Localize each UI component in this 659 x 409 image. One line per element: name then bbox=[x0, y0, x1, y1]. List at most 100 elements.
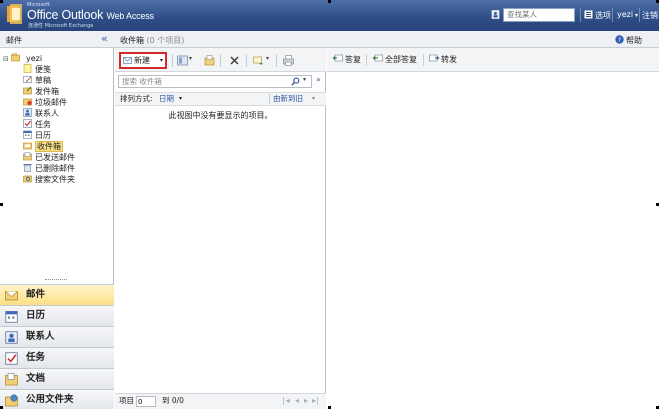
sort-order-dropdown[interactable]: 由新到旧 bbox=[273, 93, 303, 105]
module-button-label: 公用文件夹 bbox=[26, 394, 74, 405]
new-message-icon bbox=[123, 57, 132, 64]
forward-button[interactable]: 转发 bbox=[429, 54, 457, 65]
folder-item-count: (0 个项目) bbox=[146, 36, 185, 45]
product-subtitle: 连通性 Microsoft Exchange bbox=[28, 23, 94, 29]
folder-item[interactable]: 发件箱 bbox=[23, 86, 59, 97]
folder-item[interactable]: 已删除邮件 bbox=[23, 163, 75, 174]
documents-icon bbox=[5, 373, 18, 386]
module-button[interactable]: 邮件 bbox=[0, 284, 114, 305]
folder-item-label: 搜索文件夹 bbox=[35, 175, 75, 184]
sent-icon bbox=[23, 152, 32, 161]
collapse-tree-icon[interactable]: ⊟ bbox=[3, 55, 9, 63]
pager-bar: 项目 到 0/0 |◂ ◂ ▸ ▸| bbox=[115, 393, 326, 409]
folder-item[interactable]: 任务 bbox=[23, 119, 51, 130]
search-options-chevron-icon[interactable]: ▾ bbox=[303, 76, 306, 83]
crop-mark bbox=[0, 0, 3, 3]
sort-field-dropdown[interactable]: 日期 bbox=[159, 93, 174, 105]
collapse-pane-icon[interactable]: « bbox=[101, 32, 108, 45]
module-button[interactable]: 日历 bbox=[0, 305, 114, 326]
pager-next-icon[interactable]: ▸ bbox=[304, 394, 308, 408]
print-icon[interactable] bbox=[283, 55, 294, 66]
outbox-icon bbox=[23, 86, 32, 95]
forward-icon bbox=[429, 54, 439, 62]
toolbar-divider bbox=[246, 54, 247, 67]
expand-search-icon[interactable]: » bbox=[316, 75, 321, 84]
chevron-down-icon[interactable]: ▾ bbox=[179, 93, 182, 105]
folder-item[interactable]: 垃圾邮件 bbox=[23, 97, 67, 108]
chevron-down-icon[interactable]: ▾ bbox=[160, 54, 163, 67]
pager-first-icon[interactable]: |◂ bbox=[282, 394, 291, 408]
message-list-pane: 新建 ▾ ▾ ▾ 搜索 收件箱 ▾ » 排列方式: 日期 ▾ 由新到旧 ▾ 此视… bbox=[115, 48, 326, 409]
folder-item[interactable]: 便笺 bbox=[23, 64, 51, 75]
delete-icon[interactable] bbox=[229, 55, 240, 66]
reply-label: 答复 bbox=[345, 55, 361, 64]
toolbar-divider bbox=[220, 54, 221, 67]
chevron-down-icon[interactable]: ▾ bbox=[266, 55, 269, 62]
chevron-down-icon[interactable]: ▾ bbox=[189, 55, 192, 62]
module-button-label: 任务 bbox=[26, 352, 46, 363]
folder-item[interactable]: 已发送邮件 bbox=[23, 152, 75, 163]
tree-root[interactable]: ⊟ yezi bbox=[3, 53, 42, 64]
module-button[interactable]: 任务 bbox=[0, 347, 114, 368]
sub-header: 邮件 « 收件箱 (0 个项目) ? 帮助 bbox=[0, 31, 659, 48]
folder-item[interactable]: 搜索文件夹 bbox=[23, 174, 75, 185]
reading-pane: 答复 全部答复 转发 bbox=[327, 48, 659, 409]
contacts-icon bbox=[23, 108, 32, 117]
folder-item[interactable]: 联系人 bbox=[23, 108, 59, 119]
address-book-icon[interactable] bbox=[491, 10, 500, 19]
help-icon[interactable]: ? bbox=[615, 35, 624, 44]
crop-mark bbox=[328, 0, 331, 3]
search-inbox-input[interactable]: 搜索 收件箱 bbox=[118, 75, 312, 88]
module-button[interactable]: 联系人 bbox=[0, 326, 114, 347]
pager-item-input[interactable] bbox=[136, 396, 156, 407]
reply-all-icon bbox=[373, 54, 383, 62]
calendar-icon bbox=[5, 310, 18, 323]
tree-root-label: yezi bbox=[25, 54, 43, 63]
folder-item[interactable]: 收件箱 bbox=[23, 141, 63, 152]
forward-label: 转发 bbox=[441, 55, 457, 64]
folder-item-label: 已发送邮件 bbox=[35, 153, 75, 162]
crop-mark bbox=[0, 203, 3, 206]
search-icon[interactable] bbox=[291, 77, 300, 86]
folder-item-label: 任务 bbox=[35, 120, 51, 129]
empty-view-message: 此视图中没有要显示的项目。 bbox=[168, 111, 273, 120]
move-to-folder-icon[interactable] bbox=[177, 55, 188, 66]
calendar-icon bbox=[23, 130, 32, 139]
module-button-label: 文档 bbox=[26, 373, 46, 384]
tasks-icon bbox=[23, 119, 32, 128]
move-icon[interactable] bbox=[204, 55, 215, 66]
sort-divider bbox=[269, 94, 270, 104]
office-logo-icon bbox=[7, 4, 22, 24]
chevron-down-icon[interactable]: ▾ bbox=[312, 93, 315, 105]
module-button[interactable]: 文档 bbox=[0, 368, 114, 389]
module-button[interactable]: 公用文件夹 bbox=[0, 389, 114, 409]
pane-resize-grip[interactable] bbox=[45, 279, 67, 281]
sort-by-label: 排列方式: bbox=[120, 94, 153, 103]
check-messages-icon[interactable] bbox=[253, 55, 264, 66]
user-name: yezi bbox=[617, 10, 634, 19]
header-divider bbox=[580, 8, 581, 22]
user-menu[interactable]: yezi ▾ bbox=[617, 10, 638, 19]
deleted-icon bbox=[23, 164, 32, 172]
reply-all-label: 全部答复 bbox=[385, 55, 417, 64]
product-title: Office Outlook Web Access bbox=[27, 8, 154, 22]
mail-icon bbox=[5, 289, 18, 302]
folder-item[interactable]: 草稿 bbox=[23, 75, 51, 86]
toolbar-divider bbox=[172, 54, 173, 67]
chevron-down-icon: ▾ bbox=[633, 12, 638, 19]
reply-button[interactable]: 答复 bbox=[333, 54, 361, 65]
find-someone-input[interactable]: 查找某人 bbox=[503, 8, 575, 22]
logout-link[interactable]: 注销 bbox=[642, 10, 658, 21]
mailbox-icon bbox=[11, 53, 21, 62]
new-message-button[interactable]: 新建 ▾ bbox=[119, 52, 167, 69]
pager-last-icon[interactable]: ▸| bbox=[312, 394, 319, 408]
help-link[interactable]: 帮助 bbox=[626, 35, 642, 46]
options-link[interactable]: 选项 bbox=[595, 10, 611, 21]
folder-item-label: 日历 bbox=[35, 131, 51, 140]
folder-item-label: 已删除邮件 bbox=[35, 164, 75, 173]
pager-prev-icon[interactable]: ◂ bbox=[295, 394, 299, 408]
product-suffix: Web Access bbox=[106, 11, 154, 21]
folder-item[interactable]: 日历 bbox=[23, 130, 51, 141]
options-icon[interactable] bbox=[584, 10, 593, 19]
reply-all-button[interactable]: 全部答复 bbox=[373, 54, 417, 65]
